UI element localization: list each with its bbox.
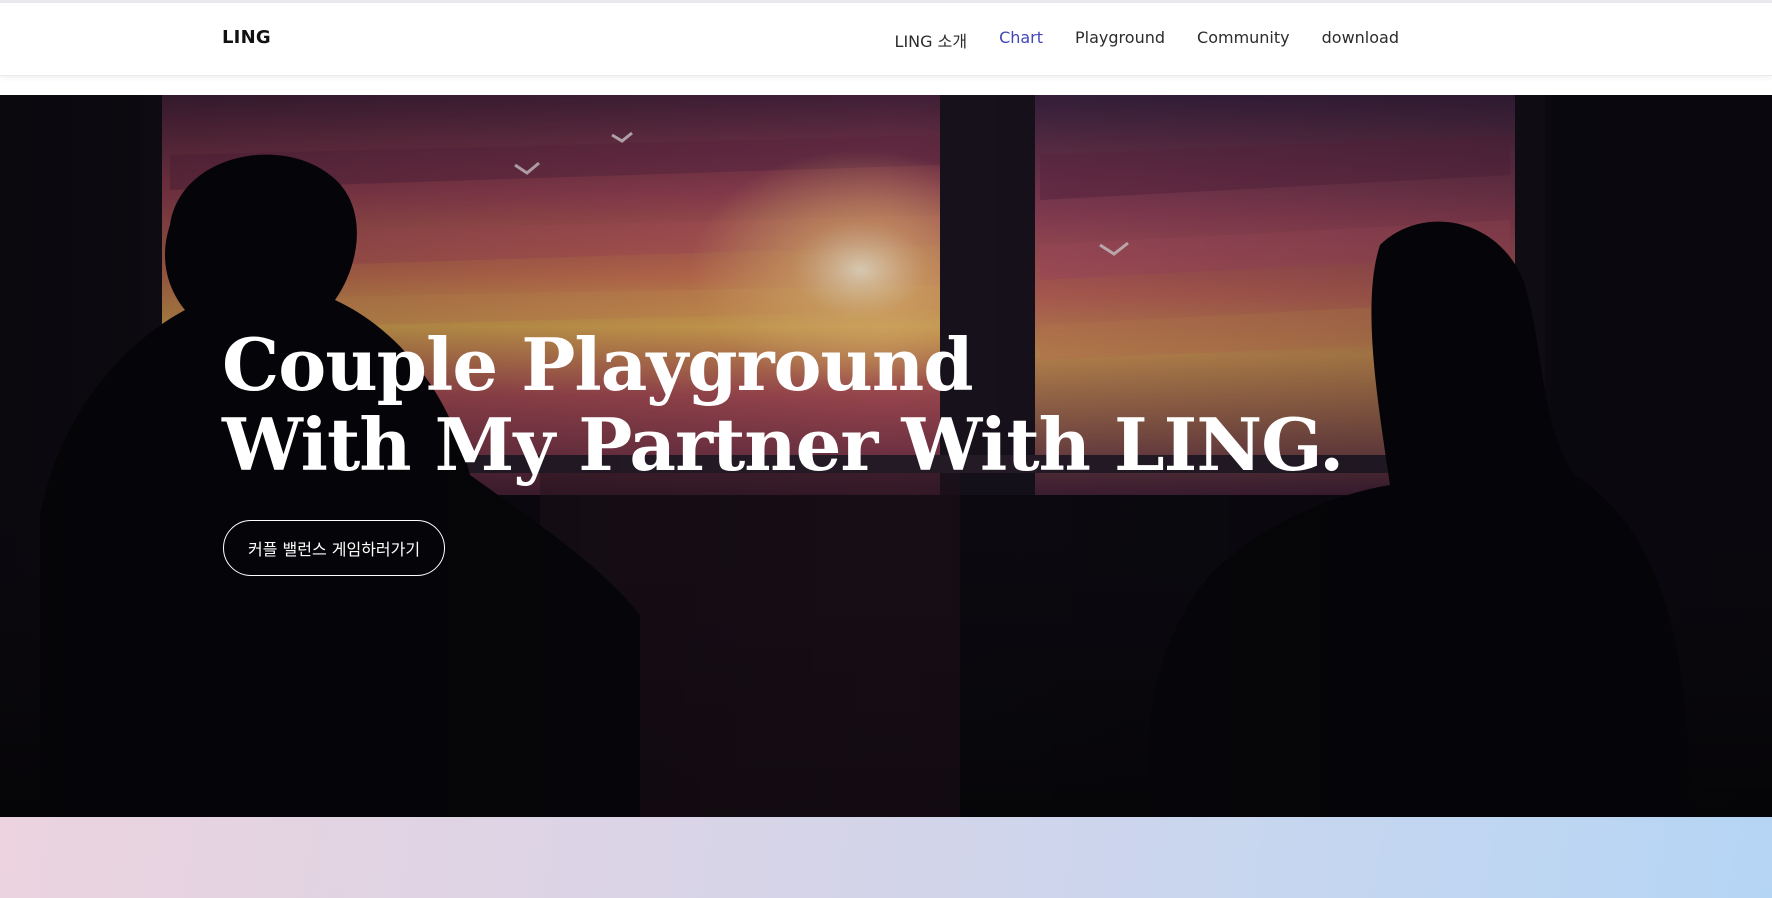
hero-title-line-2: With My Partner With LING. [222, 402, 1344, 487]
nav-item-playground[interactable]: Playground [1075, 28, 1165, 52]
main-nav: LING 소개 Chart Playground Community downl… [895, 28, 1399, 52]
hero-section: Couple Playground With My Partner With L… [0, 95, 1772, 817]
nav-item-community[interactable]: Community [1197, 28, 1290, 52]
hero-title: Couple Playground With My Partner With L… [222, 322, 1344, 487]
gradient-band [0, 817, 1772, 898]
brand-logo[interactable]: LING [222, 27, 271, 48]
hero-title-line-1: Couple Playground [222, 322, 974, 407]
nav-item-about[interactable]: LING 소개 [895, 28, 968, 52]
nav-item-chart[interactable]: Chart [999, 28, 1043, 52]
site-header: LING LING 소개 Chart Playground Community … [0, 3, 1772, 76]
header-spacer [0, 76, 1772, 95]
nav-item-download[interactable]: download [1322, 28, 1399, 52]
balance-game-button[interactable]: 커플 밸런스 게임하러가기 [223, 520, 446, 576]
